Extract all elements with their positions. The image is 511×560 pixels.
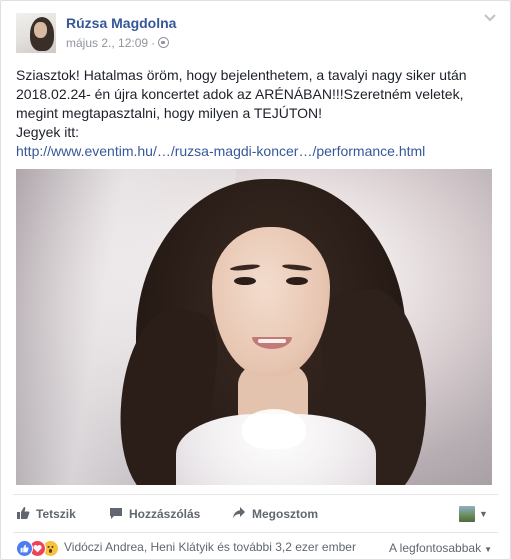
post-paragraph: Sziasztok! Hatalmas öröm, hogy bejelenth… <box>16 67 467 121</box>
share-label: Megosztom <box>252 507 318 521</box>
share-arrow-icon <box>232 503 246 519</box>
thumbs-up-icon <box>16 503 30 519</box>
facebook-post: Rúzsa Magdolna május 2., 12:09 · Sziaszto… <box>0 0 511 560</box>
action-bar: Tetszik Hozzászólás Megosztom ▼ <box>13 501 499 527</box>
photo-eye-right <box>286 277 308 285</box>
posting-identity-avatar[interactable] <box>459 506 475 522</box>
like-button[interactable]: Tetszik <box>16 501 76 527</box>
post-meta: május 2., 12:09 · <box>66 36 170 50</box>
post-tickets-line: Jegyek itt: <box>16 124 80 140</box>
globe-icon[interactable] <box>158 37 170 48</box>
sort-label: A legfontosabbak <box>389 541 482 555</box>
post-text: Sziasztok! Hatalmas öröm, hogy bejelenth… <box>16 66 494 161</box>
post-link[interactable]: http://www.eventim.hu/…/ruzsa-magdi-konc… <box>16 143 425 159</box>
reactions-summary[interactable]: Vidóczi Andrea, Heni Klátyik és további … <box>64 540 356 554</box>
author-name[interactable]: Rúzsa Magdolna <box>66 15 176 31</box>
comment-sort-dropdown[interactable]: A legfontosabbak ▼ <box>389 541 492 555</box>
divider <box>13 494 498 495</box>
like-label: Tetszik <box>36 507 76 521</box>
meta-separator: · <box>151 36 156 50</box>
reactions-bar: Vidóczi Andrea, Heni Klátyik és további … <box>16 538 494 558</box>
comment-icon <box>109 503 123 519</box>
comment-button[interactable]: Hozzászólás <box>109 501 200 527</box>
caret-down-icon[interactable]: ▼ <box>479 506 488 522</box>
share-button[interactable]: Megosztom <box>232 501 318 527</box>
comment-label: Hozzászólás <box>129 507 201 521</box>
author-avatar[interactable] <box>16 13 56 53</box>
avatar-face <box>34 22 47 38</box>
photo-collar <box>242 409 306 449</box>
photo-eye-left <box>234 277 256 285</box>
like-reaction-icon[interactable] <box>16 540 33 557</box>
chevron-down-icon[interactable] <box>482 11 498 27</box>
caret-down-icon: ▼ <box>484 545 492 554</box>
divider <box>13 532 498 533</box>
post-photo[interactable] <box>16 169 492 485</box>
post-timestamp[interactable]: május 2., 12:09 <box>66 36 148 50</box>
